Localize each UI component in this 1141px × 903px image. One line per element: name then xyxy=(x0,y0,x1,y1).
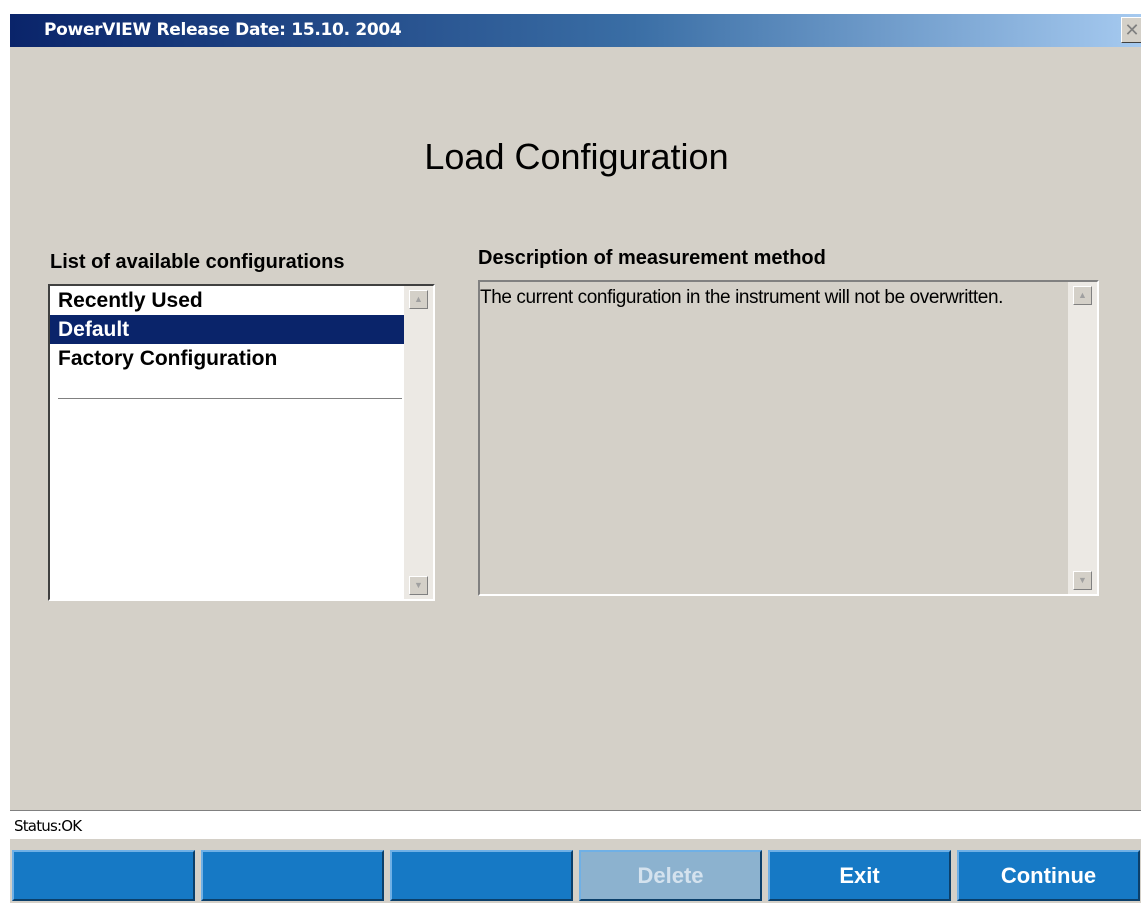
continue-button[interactable]: Continue xyxy=(957,850,1140,901)
status-text: Status:OK xyxy=(14,817,82,835)
status-bar: Status:OK xyxy=(10,810,1141,839)
list-item-factory-configuration[interactable]: Factory Configuration xyxy=(50,344,404,373)
function-button-1[interactable] xyxy=(12,850,195,901)
app-window: PowerVIEW Release Date: 15.10. 2004 ✕ Lo… xyxy=(8,14,1141,903)
configuration-list[interactable]: Recently Used Default Factory Configurat… xyxy=(48,284,435,601)
scroll-down-icon[interactable]: ▼ xyxy=(1073,571,1092,590)
list-divider xyxy=(58,398,402,399)
page-title: Load Configuration xyxy=(424,136,729,177)
delete-button[interactable]: Delete xyxy=(579,850,762,901)
description-label: Description of measurement method xyxy=(478,247,826,269)
configurations-label: List of available configurations xyxy=(50,251,345,273)
window-title: PowerVIEW Release Date: 15.10. 2004 xyxy=(44,20,402,40)
exit-button[interactable]: Exit xyxy=(768,850,951,901)
list-scrollbar[interactable]: ▲ ▼ xyxy=(404,286,433,599)
scroll-down-icon[interactable]: ▼ xyxy=(409,576,428,595)
description-text: The current configuration in the instrum… xyxy=(480,287,1004,308)
scroll-up-icon[interactable]: ▲ xyxy=(1073,286,1092,305)
list-item-recently-used[interactable]: Recently Used xyxy=(50,286,404,315)
list-item-default[interactable]: Default xyxy=(50,315,404,344)
close-icon[interactable]: ✕ xyxy=(1121,17,1141,43)
description-box[interactable]: The current configuration in the instrum… xyxy=(478,280,1099,596)
function-button-3[interactable] xyxy=(390,850,573,901)
description-scrollbar[interactable]: ▲ ▼ xyxy=(1068,282,1097,594)
title-bar: PowerVIEW Release Date: 15.10. 2004 ✕ xyxy=(10,14,1141,47)
function-button-2[interactable] xyxy=(201,850,384,901)
scroll-up-icon[interactable]: ▲ xyxy=(409,290,428,309)
